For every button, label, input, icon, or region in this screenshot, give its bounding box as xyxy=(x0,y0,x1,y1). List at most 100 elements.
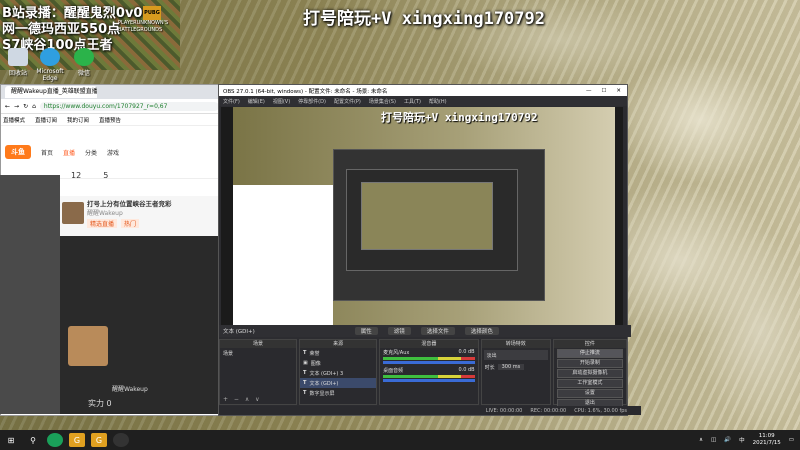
source-item[interactable]: T 数字显示屏 xyxy=(300,388,376,398)
obs-status-bar: LIVE: 00:00:00 REC: 00:00:00 CPU: 1.6%, … xyxy=(219,406,641,415)
input-method[interactable]: 中 xyxy=(739,436,745,444)
duration-input[interactable]: 300 ms xyxy=(497,364,525,370)
menu-item[interactable]: 场景集合(S) xyxy=(369,98,396,105)
pubg-label: PLAYERUNKNOWN'S BATTLEGROUNDS xyxy=(118,20,168,34)
stat-value: 12 xyxy=(71,171,82,180)
obs-app-icon[interactable] xyxy=(113,433,129,447)
menu-item[interactable]: 配置文件(P) xyxy=(334,98,361,105)
douyu-logo[interactable]: 斗鱼 xyxy=(5,145,31,159)
nested-browser xyxy=(233,185,333,333)
source-item[interactable]: T 文本 (GDI+) 3 xyxy=(300,368,376,378)
room-title: 打号上分有位置峡谷王者竞彩 xyxy=(87,200,172,208)
browser-tab[interactable]: 醒醒Wakeup直播_英雄联盟直播 xyxy=(5,86,97,98)
pubg-icon[interactable]: PUBG xyxy=(143,6,161,20)
stop-streaming-button[interactable]: 停止推流 xyxy=(556,349,623,358)
menu-item[interactable]: 停靠部件(D) xyxy=(298,98,326,105)
scenes-dock: 场景 场景 + − ∧ ∨ xyxy=(219,339,298,405)
live-status: LIVE: 00:00:00 xyxy=(485,407,523,414)
taskbar: ⊞ ⚲ G G ∧ ◫ 🔊 中 11:09 2021/7/15 ▭ xyxy=(0,430,800,450)
app-icon[interactable]: G xyxy=(91,433,107,447)
dock-title: 控件 xyxy=(553,340,626,348)
virtual-camera-button[interactable]: 启动虚拟摄像机 xyxy=(556,369,623,378)
streamer-name[interactable]: 醒醒Wakeup xyxy=(87,208,172,217)
address-bar[interactable]: https://www.douyu.com/1707927_r=0,67 xyxy=(39,101,219,111)
network-icon[interactable]: ◫ xyxy=(711,437,716,443)
volume-slider[interactable] xyxy=(383,361,475,364)
minimize-icon[interactable]: — xyxy=(586,88,592,94)
filters-button[interactable]: 滤镜 xyxy=(387,327,411,335)
select-color-button[interactable]: 选择颜色 xyxy=(464,327,499,335)
nav-item[interactable]: 分类 xyxy=(85,148,97,157)
nav-item[interactable]: 直播 xyxy=(63,148,75,157)
menu-item[interactable]: 工具(T) xyxy=(404,98,421,105)
nav-item[interactable]: 首页 xyxy=(41,148,53,157)
dock-title: 场景 xyxy=(220,340,297,348)
site-nav: 首页 直播 分类 游戏 xyxy=(41,148,119,157)
pubg-label-2: BATTLEGROUNDS xyxy=(118,27,163,33)
obs-window: OBS 27.0.1 (64-bit, windows) - 配置文件: 未命名… xyxy=(218,84,641,416)
source-item[interactable]: ▣ 图像 xyxy=(300,358,376,368)
tray-arrow-icon[interactable]: ∧ xyxy=(699,437,703,443)
menu-item[interactable]: 编辑(E) xyxy=(248,98,265,105)
close-icon[interactable]: ✕ xyxy=(616,88,621,94)
studio-mode-button[interactable]: 工作室模式 xyxy=(556,379,623,388)
settings-button[interactable]: 设置 xyxy=(556,389,623,398)
desktop-icon-wechat[interactable]: 微信 xyxy=(66,48,102,77)
notification-icon[interactable]: ▭ xyxy=(789,437,794,443)
start-recording-button[interactable]: 开始录制 xyxy=(556,359,623,368)
obs-preview[interactable]: 打号陪玩+V xingxing170792 xyxy=(221,107,623,333)
transition-select[interactable]: 淡出 xyxy=(483,350,548,360)
source-item[interactable]: T 文本 (GDI+) xyxy=(300,378,377,388)
bookmark-item[interactable]: 直播预告 xyxy=(99,116,121,124)
home-icon[interactable]: ⌂ xyxy=(32,103,36,110)
mixer-name: 麦克风/Aux xyxy=(383,350,410,356)
select-file-button[interactable]: 选择文件 xyxy=(420,327,455,335)
dock-title: 转场特效 xyxy=(481,340,550,348)
desktop-icon-recycle-bin[interactable]: 回收站 xyxy=(0,48,36,77)
room-info: 打号上分有位置峡谷王者竞彩 醒醒Wakeup 精选直播 热门 xyxy=(60,196,222,236)
app-icon[interactable]: G xyxy=(69,433,85,447)
source-name: 图像 xyxy=(310,360,321,367)
desktop-icon-edge[interactable]: Microsoft Edge xyxy=(32,48,68,82)
windows-start-icon[interactable]: ⊞ xyxy=(3,433,19,447)
volume-slider[interactable] xyxy=(383,379,475,382)
room-tag[interactable]: 精选直播 xyxy=(87,219,118,228)
reload-icon[interactable]: ↻ xyxy=(23,103,28,110)
forward-icon[interactable]: → xyxy=(14,103,19,110)
stream-player[interactable]: 醒醒Wakeup 实力 0 xyxy=(60,236,222,414)
dock-title: 混音器 xyxy=(380,340,478,348)
transitions-dock: 转场特效 淡出 时长 300 ms xyxy=(480,339,551,405)
pubg-label-1: PLAYERUNKNOWN'S xyxy=(118,20,169,26)
mixer-dock: 混音器 麦克风/Aux 0.0 dB 桌面音频 0.0 dB xyxy=(379,339,479,405)
scene-item[interactable]: 场景 xyxy=(220,348,296,358)
chat-avatar xyxy=(68,326,108,366)
maximize-icon[interactable]: ☐ xyxy=(601,88,606,94)
bookmark-bar: 直播模式 直播订阅 我的订阅 直播预告 xyxy=(1,114,223,126)
bookmark-item[interactable]: 直播模式 xyxy=(3,116,25,124)
room-thumbnail xyxy=(62,202,84,224)
system-tray: ∧ ◫ 🔊 中 11:09 2021/7/15 ▭ xyxy=(699,433,800,447)
menu-item[interactable]: 文件(F) xyxy=(223,98,240,105)
properties-button[interactable]: 属性 xyxy=(354,327,378,335)
bookmark-item[interactable]: 直播订阅 xyxy=(35,116,57,124)
back-icon[interactable]: ← xyxy=(5,103,10,110)
obs-docks: 场景 场景 + − ∧ ∨ 来源 T 荣誉 ▣ 图像 T 文本 (GDI+) 3 T文… xyxy=(219,339,627,408)
source-item[interactable]: T 荣誉 xyxy=(300,348,376,358)
browser-app-icon[interactable] xyxy=(47,433,63,447)
nav-item[interactable]: 游戏 xyxy=(107,148,119,157)
bookmark-item[interactable]: 我的订阅 xyxy=(67,116,89,124)
duration-label: 时长 xyxy=(484,364,495,371)
desktop-icon-label: 回收站 xyxy=(8,70,27,77)
scene-name: 场景 xyxy=(223,350,234,357)
search-icon[interactable]: ⚲ xyxy=(25,433,41,447)
menu-item[interactable]: 帮助(H) xyxy=(429,98,447,105)
browser-address-row: ← → ↻ ⌂ https://www.douyu.com/1707927_r=… xyxy=(1,99,223,114)
menu-item[interactable]: 视图(V) xyxy=(273,98,290,105)
dock-footer[interactable]: + − ∧ ∨ xyxy=(223,396,262,403)
audio-meter xyxy=(383,375,475,378)
volume-icon[interactable]: 🔊 xyxy=(724,437,731,443)
edge-icon xyxy=(40,48,60,66)
clock[interactable]: 11:09 2021/7/15 xyxy=(753,433,781,447)
room-tag[interactable]: 热门 xyxy=(121,219,140,228)
sources-dock: 来源 T 荣誉 ▣ 图像 T 文本 (GDI+) 3 T 文本 (GDI+) T 数字显示… xyxy=(299,339,378,405)
